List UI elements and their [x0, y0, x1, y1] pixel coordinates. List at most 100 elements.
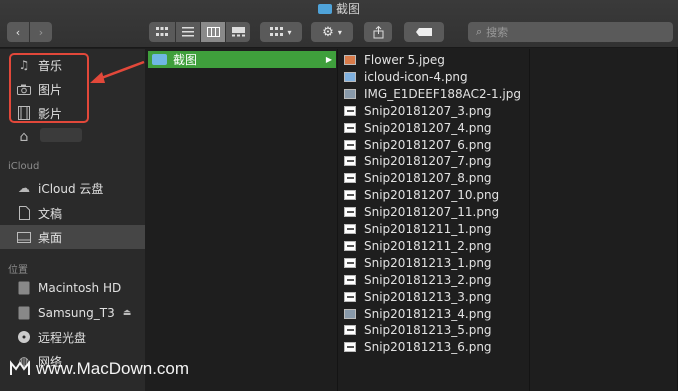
redacted-username: [40, 128, 82, 142]
grid-icon: [156, 27, 168, 36]
folder-icon: [152, 54, 167, 65]
file-item[interactable]: Flower 5.jpeg: [344, 52, 445, 68]
search-field[interactable]: ⌕ 搜索: [468, 22, 673, 42]
file-name: Snip20181207_10.png: [364, 188, 500, 203]
action-button[interactable]: ⚙ ▾: [311, 22, 353, 42]
file-name: Snip20181213_6.png: [364, 340, 492, 355]
column-view-button[interactable]: [201, 22, 225, 42]
file-item[interactable]: Snip20181213_1.png: [344, 255, 492, 271]
gallery-icon: [231, 27, 245, 37]
file-thumbnail-icon: [344, 122, 356, 133]
file-name: Snip20181213_2.png: [364, 272, 492, 287]
share-button[interactable]: [364, 22, 392, 42]
file-thumbnail-icon: [344, 342, 356, 353]
file-thumbnail-icon: [344, 224, 356, 234]
file-name: Snip20181207_7.png: [364, 154, 492, 169]
disc-icon: [16, 329, 32, 345]
file-name: Snip20181207_11.png: [364, 205, 500, 220]
tag-icon: [416, 28, 432, 36]
file-item[interactable]: Snip20181213_3.png: [344, 289, 492, 305]
file-item[interactable]: Snip20181207_8.png: [344, 170, 492, 186]
file-item[interactable]: Snip20181207_6.png: [344, 137, 492, 153]
file-name: Flower 5.jpeg: [364, 53, 445, 67]
document-icon: [16, 205, 32, 221]
tags-button[interactable]: [404, 22, 444, 42]
watermark-logo-icon: [10, 360, 30, 375]
column-1: [145, 49, 338, 391]
file-thumbnail-icon: [344, 325, 356, 336]
file-thumbnail-icon: [344, 207, 356, 218]
file-thumbnail-icon: [344, 156, 356, 167]
file-item[interactable]: Snip20181207_3.png: [344, 103, 492, 119]
file-name: Snip20181207_8.png: [364, 171, 492, 186]
group-button[interactable]: ▾: [260, 22, 302, 42]
file-item[interactable]: Snip20181207_4.png: [344, 120, 492, 136]
window-title: 截图: [0, 2, 678, 16]
file-name: Snip20181213_4.png: [364, 306, 492, 321]
file-item[interactable]: icloud-icon-4.png: [344, 69, 468, 85]
file-item[interactable]: Snip20181213_2.png: [344, 272, 492, 288]
file-thumbnail-icon: [344, 240, 356, 251]
search-placeholder: 搜索: [486, 26, 509, 39]
chevron-down-icon: ▾: [337, 27, 342, 37]
file-thumbnail-icon: [344, 139, 356, 150]
file-name: Snip20181213_1.png: [364, 255, 492, 270]
sidebar-item-macintosh-hd[interactable]: Macintosh HD: [16, 279, 121, 297]
file-thumbnail-icon: [344, 55, 356, 65]
sidebar-item-samsung-t3[interactable]: Samsung_T3 ⏏: [16, 304, 131, 322]
file-item[interactable]: Snip20181213_5.png: [344, 322, 492, 338]
file-thumbnail-icon: [344, 105, 356, 116]
file-thumbnail-icon: [344, 274, 356, 285]
search-icon: ⌕: [476, 25, 483, 38]
share-icon: [373, 25, 383, 38]
back-button[interactable]: ‹: [7, 22, 29, 42]
gear-icon: ⚙: [322, 24, 334, 40]
file-thumbnail-icon: [344, 291, 356, 302]
file-item[interactable]: Snip20181213_4.png: [344, 306, 492, 322]
file-item[interactable]: Snip20181211_1.png: [344, 221, 492, 237]
file-thumbnail-icon: [344, 173, 356, 184]
sidebar-item-documents[interactable]: 文稿: [16, 204, 62, 222]
sidebar-header-locations: 位置: [8, 265, 28, 276]
file-name: Snip20181211_2.png: [364, 238, 492, 253]
file-thumbnail-icon: [344, 257, 356, 268]
file-thumbnail-icon: [344, 88, 356, 99]
group-grid-icon: [270, 27, 284, 36]
sidebar-item-icloud-drive[interactable]: ☁ iCloud 云盘: [16, 179, 103, 197]
file-item[interactable]: Snip20181207_7.png: [344, 153, 492, 169]
file-name: Snip20181213_5.png: [364, 323, 492, 338]
file-name: Snip20181207_6.png: [364, 137, 492, 152]
file-item[interactable]: Snip20181211_2.png: [344, 238, 492, 254]
chevron-down-icon: ▾: [287, 27, 292, 37]
file-item[interactable]: IMG_E1DEEF188AC2-1.jpg: [344, 86, 521, 102]
disclosure-arrow-icon: ▶: [325, 55, 332, 64]
file-name: Snip20181213_3.png: [364, 289, 492, 304]
icon-view-button[interactable]: [149, 22, 175, 42]
home-icon: ⌂: [19, 129, 29, 145]
toolbar: 截图 ‹ › ▾ ⚙ ▾ ⌕ 搜索: [0, 0, 678, 48]
file-name: IMG_E1DEEF188AC2-1.jpg: [364, 86, 521, 101]
sidebar-item-desktop[interactable]: 桌面: [16, 228, 62, 246]
sidebar-item-remote-disc[interactable]: 远程光盘: [16, 328, 86, 346]
file-thumbnail-icon: [344, 308, 356, 319]
annotation-arrow: [90, 60, 145, 83]
eject-icon[interactable]: ⏏: [123, 308, 132, 318]
annotation-highlight-box: [9, 53, 89, 123]
file-name: Snip20181207_3.png: [364, 103, 492, 118]
column-3: [530, 49, 678, 391]
hard-drive-icon: [16, 305, 32, 321]
file-item[interactable]: Snip20181207_11.png: [344, 204, 499, 220]
sidebar-item-home[interactable]: ⌂: [16, 128, 38, 146]
cloud-icon: ☁: [18, 181, 30, 195]
columns-icon: [206, 27, 220, 37]
file-name: icloud-icon-4.png: [364, 69, 468, 84]
forward-button[interactable]: ›: [30, 22, 52, 42]
file-item[interactable]: Snip20181207_10.png: [344, 187, 499, 203]
list-view-button[interactable]: [176, 22, 200, 42]
file-name: Snip20181211_1.png: [364, 222, 492, 236]
watermark: www.MacDown.com: [10, 359, 189, 379]
column-item-screenshots-folder[interactable]: 截图 ▶: [148, 51, 336, 68]
gallery-view-button[interactable]: [226, 22, 250, 42]
sidebar-header-icloud: iCloud: [8, 161, 40, 172]
file-item[interactable]: Snip20181213_6.png: [344, 339, 492, 355]
